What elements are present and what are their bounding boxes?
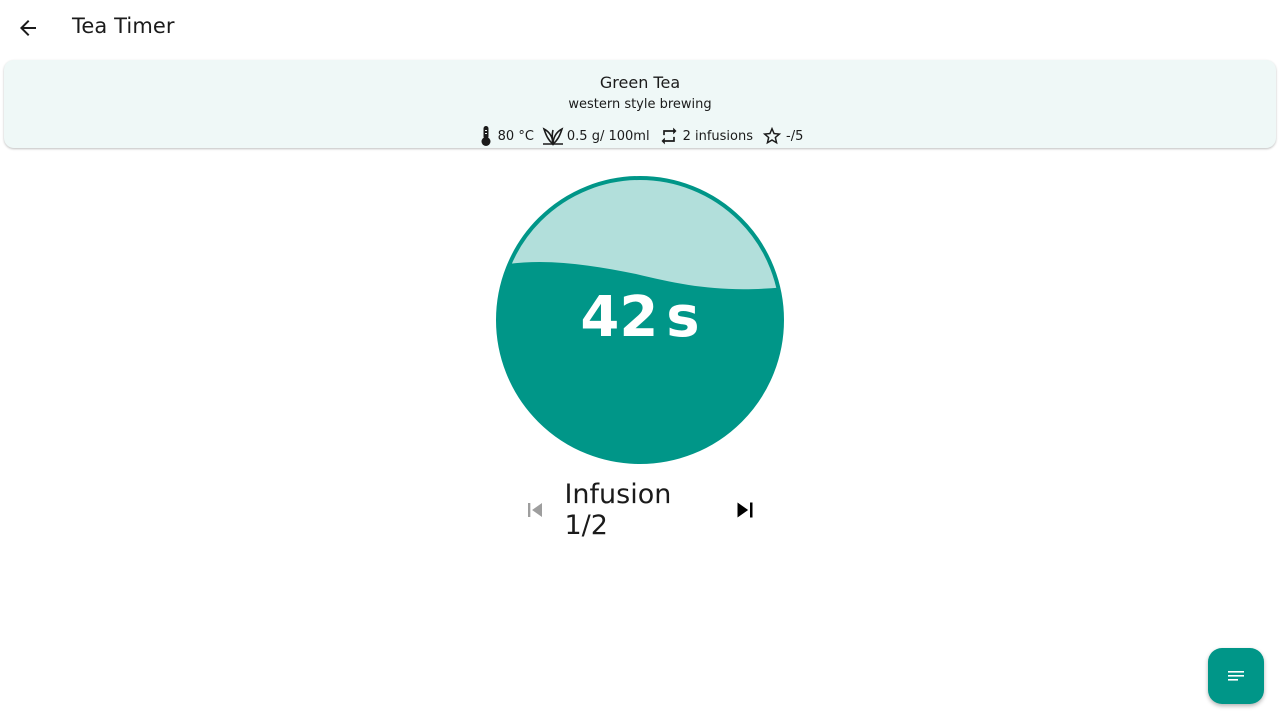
rating-stat: -/5 xyxy=(761,125,803,147)
timer-circle[interactable]: 42 s xyxy=(496,176,784,464)
tea-name: Green Tea xyxy=(599,73,681,92)
repeat-icon xyxy=(661,127,677,145)
tea-stats: 80 °C 0.5 g/ 100ml 2 infusions -/5 xyxy=(4,125,1276,147)
infusions-stat: 2 infusions xyxy=(658,126,753,146)
page-title: Tea Timer xyxy=(72,14,175,38)
tea-info-card: Green Tea western style brewing 80 °C 0.… xyxy=(4,60,1276,148)
app-bar: Tea Timer xyxy=(0,0,1280,56)
amount-stat: 0.5 g/ 100ml xyxy=(542,126,650,146)
timer-value: 42 xyxy=(580,284,659,350)
star-outline-icon xyxy=(762,126,782,145)
temperature-stat: 80 °C xyxy=(477,125,534,147)
timer-readout: 42 s xyxy=(496,176,784,464)
previous-infusion-button[interactable] xyxy=(520,494,550,526)
rating-value: -/5 xyxy=(786,128,804,144)
leaf-icon xyxy=(542,127,564,146)
infusions-value: 2 infusions xyxy=(682,128,753,144)
tea-brewing-style: western style brewing xyxy=(568,97,712,112)
timer-unit: s xyxy=(666,284,700,350)
skip-next-icon xyxy=(737,502,753,518)
back-button[interactable] xyxy=(8,8,48,48)
notes-icon xyxy=(1228,671,1244,681)
infusion-navigation: Infusion 1/2 xyxy=(520,479,760,541)
thermometer-icon xyxy=(481,126,491,146)
notes-fab-button[interactable] xyxy=(1208,648,1264,704)
skip-previous-icon xyxy=(528,503,543,517)
temperature-value: 80 °C xyxy=(497,128,534,144)
amount-value: 0.5 g/ 100ml xyxy=(566,128,650,144)
next-infusion-button[interactable] xyxy=(730,494,760,526)
infusion-label: Infusion 1/2 xyxy=(564,479,672,541)
arrow-back-icon xyxy=(20,20,36,36)
